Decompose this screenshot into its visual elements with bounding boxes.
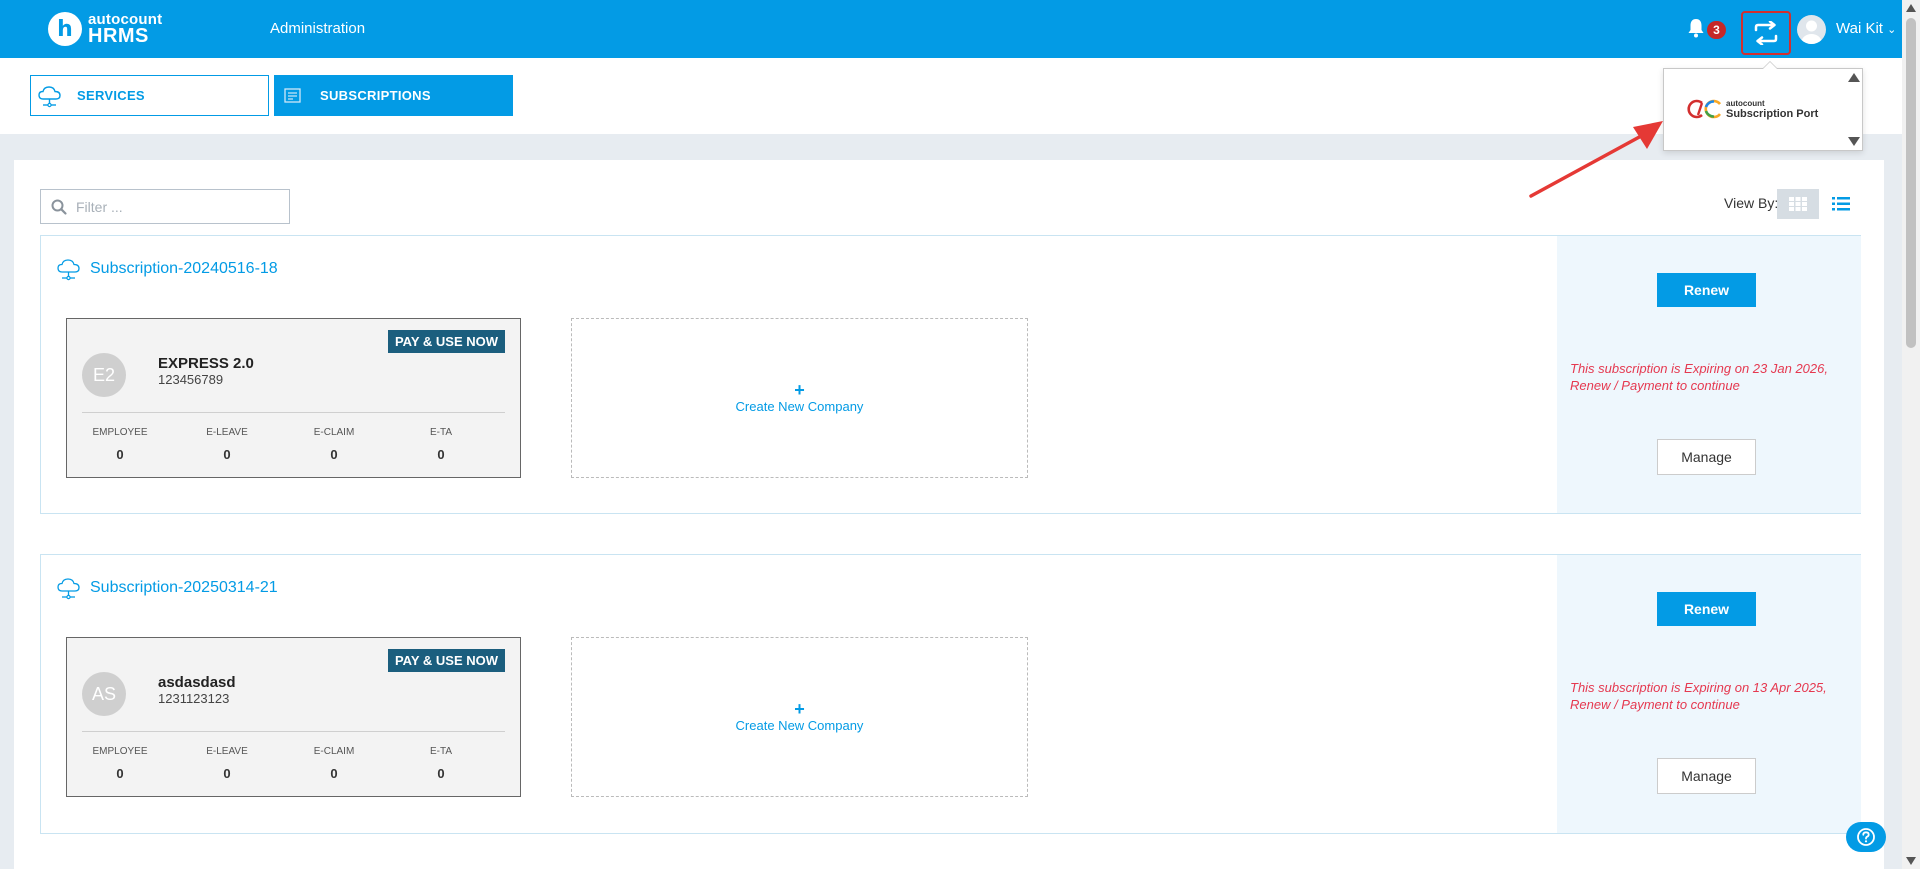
scroll-down-icon[interactable] — [1906, 857, 1916, 865]
expiry-notice: This subscription is Expiring on 13 Apr … — [1570, 680, 1827, 712]
create-new-company-button[interactable]: + Create New Company — [571, 318, 1028, 478]
cloud-icon — [57, 578, 80, 600]
sync-button[interactable] — [1741, 11, 1791, 55]
filter-box[interactable] — [40, 189, 290, 224]
dropdown-scroll-up-icon[interactable] — [1848, 73, 1860, 82]
company-id: 123456789 — [158, 372, 224, 387]
manage-button[interactable]: Manage — [1657, 439, 1756, 475]
grid-view-button[interactable] — [1777, 189, 1819, 219]
expiry-notice: This subscription is Expiring on 23 Jan … — [1570, 361, 1828, 393]
user-avatar-icon[interactable] — [1797, 15, 1826, 44]
subscription-port-label: Subscription Port — [1726, 107, 1819, 120]
subscription-title-text: Subscription-20250314-21 — [90, 579, 278, 596]
stat-employee: EMPLOYEE 0 — [92, 427, 148, 462]
cloud-icon — [38, 85, 61, 107]
company-avatar: AS — [82, 672, 126, 716]
autocount-logo-icon — [1687, 99, 1722, 119]
top-bar: h autocount HRMS Administration 3 Wai Ki… — [0, 0, 1902, 58]
nav-administration[interactable]: Administration — [270, 20, 365, 37]
plus-icon: + — [794, 379, 805, 400]
subscription-title-text: Subscription-20240516-18 — [90, 260, 278, 277]
cloud-icon — [57, 259, 80, 281]
stat-e-claim: E-CLAIM 0 — [313, 427, 355, 462]
subscription-actions: Renew This subscription is Expiring on 1… — [1557, 555, 1861, 833]
view-by-label: View By: — [1724, 195, 1779, 211]
dropdown-scroll-down-icon[interactable] — [1848, 137, 1860, 146]
company-card[interactable]: E2 EXPRESS 2.0 123456789 PAY & USE NOW E… — [66, 318, 521, 478]
company-card[interactable]: AS asdasdasd 1231123123 PAY & USE NOW EM… — [66, 637, 521, 797]
stat-e-claim: E-CLAIM 0 — [313, 746, 355, 781]
logo-mark: h — [48, 12, 82, 46]
search-icon — [51, 199, 67, 215]
create-new-company-label: Create New Company — [735, 398, 864, 414]
tab-subscriptions-label: SUBSCRIPTIONS — [320, 88, 431, 103]
page-scrollbar[interactable] — [1902, 0, 1920, 869]
divider — [82, 731, 505, 732]
subscription-title[interactable]: Subscription-20250314-21 — [56, 575, 278, 601]
company-name: EXPRESS 2.0 — [158, 355, 254, 372]
help-button[interactable] — [1846, 822, 1886, 852]
manage-button[interactable]: Manage — [1657, 758, 1756, 794]
stat-e-ta: E-TA 0 — [429, 746, 453, 781]
scroll-thumb[interactable] — [1906, 18, 1916, 348]
stat-e-leave: E-LEAVE 0 — [206, 746, 248, 781]
app-switcher-dropdown: autocount Subscription Port — [1663, 61, 1863, 151]
tab-subscriptions[interactable]: SUBSCRIPTIONS — [274, 75, 513, 116]
user-name: Wai Kit — [1836, 20, 1883, 37]
bell-icon[interactable] — [1687, 18, 1705, 38]
tab-services-label: SERVICES — [77, 88, 145, 103]
company-id: 1231123123 — [158, 691, 230, 706]
user-menu[interactable]: Wai Kit ⌄ — [1836, 20, 1896, 37]
tab-services[interactable]: SERVICES — [30, 75, 269, 116]
subscription-port-small: autocount — [1726, 98, 1765, 108]
subscription-card: Subscription-20240516-18 E2 EXPRESS 2.0 … — [40, 235, 1861, 514]
create-new-company-button[interactable]: + Create New Company — [571, 637, 1028, 797]
subscription-actions: Renew This subscription is Expiring on 2… — [1557, 236, 1861, 513]
scroll-up-icon[interactable] — [1906, 4, 1916, 12]
chevron-down-icon: ⌄ — [1887, 24, 1897, 36]
stat-e-leave: E-LEAVE 0 — [206, 427, 248, 462]
app-logo[interactable]: h autocount HRMS — [48, 12, 162, 46]
subscription-title[interactable]: Subscription-20240516-18 — [56, 256, 278, 282]
pay-use-now-button[interactable]: PAY & USE NOW — [387, 330, 505, 353]
renew-button[interactable]: Renew — [1657, 273, 1756, 307]
grid-icon — [1789, 197, 1807, 211]
company-avatar: E2 — [82, 353, 126, 397]
pay-use-now-button[interactable]: PAY & USE NOW — [387, 649, 505, 672]
notification-badge: 3 — [1707, 21, 1726, 39]
subscription-port-link[interactable]: autocount Subscription Port — [1684, 97, 1818, 121]
logo-big-text: HRMS — [88, 25, 149, 47]
subscription-icon — [284, 87, 301, 103]
create-new-company-label: Create New Company — [735, 717, 864, 733]
stat-e-ta: E-TA 0 — [429, 427, 453, 462]
help-icon — [1857, 828, 1875, 846]
renew-button[interactable]: Renew — [1657, 592, 1756, 626]
company-name: asdasdasd — [158, 674, 236, 691]
filter-input[interactable] — [76, 198, 276, 215]
annotation-arrow-icon — [1529, 121, 1663, 198]
subscription-card: Subscription-20250314-21 AS asdasdasd 12… — [40, 554, 1861, 834]
list-icon — [1832, 197, 1850, 211]
sync-icon — [1754, 21, 1778, 45]
plus-icon: + — [794, 698, 805, 719]
divider — [82, 412, 505, 413]
list-view-button[interactable] — [1826, 189, 1856, 219]
stat-employee: EMPLOYEE 0 — [92, 746, 148, 781]
